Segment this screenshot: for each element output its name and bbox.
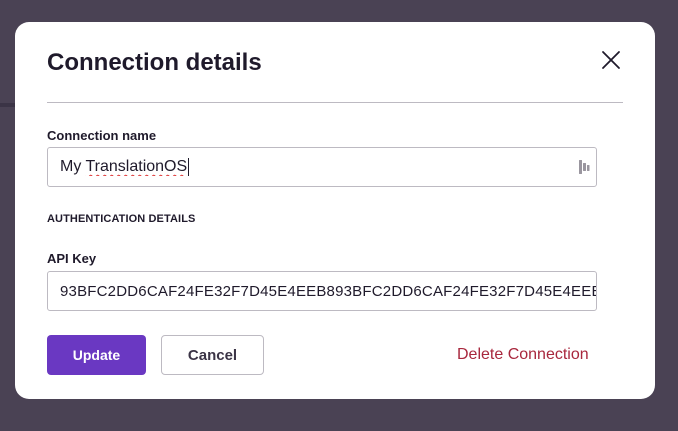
api-key-input[interactable]: 93BFC2DD6CAF24FE32F7D45E4EEB893BFC2DD6CA… [47,271,597,311]
close-icon [602,51,620,69]
text-caret [188,158,190,176]
authentication-details-heading: AUTHENTICATION DETAILS [47,213,196,225]
delete-connection-link[interactable]: Delete Connection [457,346,589,364]
connection-details-dialog: Connection details Connection name My Tr… [15,22,655,399]
update-button[interactable]: Update [47,335,146,375]
password-manager-icon[interactable] [578,159,590,175]
dialog-title: Connection details [47,49,262,76]
title-divider [47,102,623,103]
background-page-divider [0,103,16,107]
cancel-button[interactable]: Cancel [161,335,264,375]
api-key-label: API Key [47,251,97,266]
close-button[interactable] [597,46,625,74]
api-key-value: 93BFC2DD6CAF24FE32F7D45E4EEB893BFC2DD6CA… [60,282,596,300]
connection-name-label: Connection name [47,128,157,143]
connection-name-value: My TranslationOS [60,158,188,175]
connection-name-input[interactable]: My TranslationOS [47,147,597,187]
